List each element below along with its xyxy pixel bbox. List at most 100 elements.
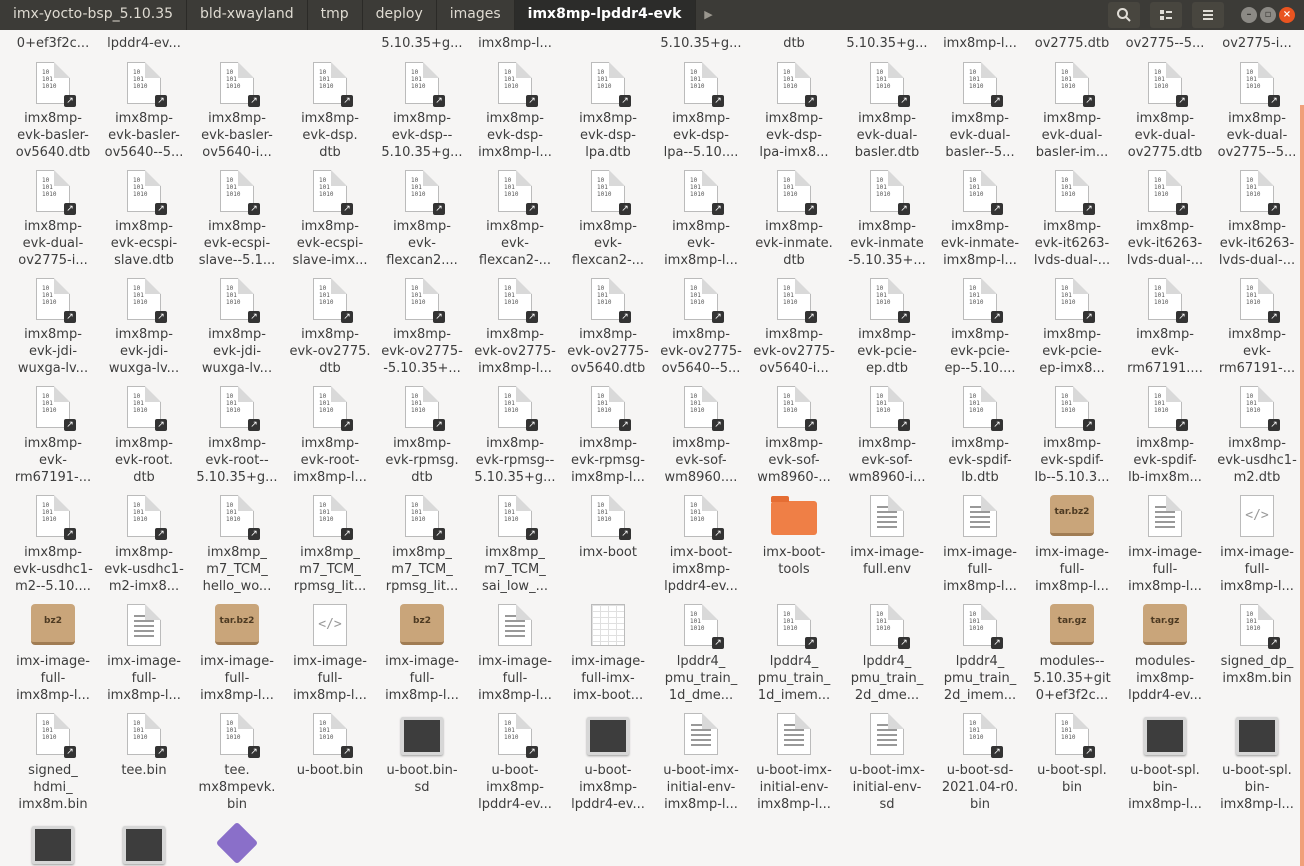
binary-file-icon: 10 101 1010 ↗ bbox=[36, 278, 76, 323]
file-name-label: imx8mp- evk-usdhc1- m2--5.10.... bbox=[13, 545, 93, 594]
file-name-label: imx8mp- evk-ecspi- slave.dtb bbox=[110, 219, 178, 268]
text-file-icon bbox=[870, 713, 904, 755]
view-toggle-button[interactable] bbox=[1150, 2, 1182, 28]
file-name-label: modules- imx8mp- lpddr4-ev... bbox=[1128, 654, 1202, 703]
file-name-label: imx8mp- evk- rm67191-... bbox=[1218, 327, 1296, 376]
symlink-arrow-icon: ↗ bbox=[526, 528, 538, 540]
file-name-label: 0+ef3f2c... bbox=[16, 36, 90, 51]
file-name-label: imx8mp- evk-dual- ov2775.dtb bbox=[1127, 111, 1203, 160]
binary-file-icon: 10 101 1010 ↗ bbox=[1148, 170, 1188, 215]
text-file-icon bbox=[127, 604, 161, 646]
binary-file-icon: 10 101 1010 ↗ bbox=[220, 170, 260, 215]
binary-file-icon: 10 101 1010 ↗ bbox=[591, 170, 631, 215]
symlink-arrow-icon: ↗ bbox=[1083, 419, 1095, 431]
file-name-label: imx8mp- evk- flexcan2.... bbox=[386, 219, 458, 268]
menu-button[interactable] bbox=[1192, 2, 1224, 28]
binary-file-icon: 10 101 1010 ↗ bbox=[498, 62, 538, 107]
breadcrumb: imx-yocto-bsp_5.10.35 bld-xwayland tmp d… bbox=[0, 0, 722, 30]
file-name-label: signed_dp_ imx8m.bin bbox=[1220, 654, 1294, 686]
archive-icon: tar.bz2 bbox=[1050, 495, 1094, 536]
binary-file-icon: 10 101 1010 ↗ bbox=[220, 62, 260, 107]
symlink-arrow-icon: ↗ bbox=[991, 203, 1003, 215]
symlink-arrow-icon: ↗ bbox=[341, 419, 353, 431]
breadcrumb-item[interactable]: tmp bbox=[308, 0, 363, 30]
package-icon bbox=[215, 821, 259, 865]
binary-file-icon: 10 101 1010 ↗ bbox=[963, 278, 1003, 323]
archive-icon: tar.gz bbox=[1143, 604, 1187, 645]
text-file-icon bbox=[870, 495, 904, 537]
symlink-arrow-icon: ↗ bbox=[805, 203, 817, 215]
symlink-arrow-icon: ↗ bbox=[433, 528, 445, 540]
binary-file-icon: 10 101 1010 ↗ bbox=[1148, 386, 1188, 431]
file-name-label: u-boot- imx8mp- lpddr4-ev... bbox=[571, 763, 645, 812]
file-name-label: imx8mp- evk-root. dtb bbox=[114, 436, 174, 485]
file-name-label: imx-image- full- imx8mp-l... bbox=[200, 654, 274, 703]
scrollbar[interactable] bbox=[1300, 105, 1304, 866]
binary-file-icon: 10 101 1010 ↗ bbox=[313, 495, 353, 540]
symlink-arrow-icon: ↗ bbox=[1176, 95, 1188, 107]
file-name-label: ov2775-i... bbox=[1222, 36, 1292, 51]
symlink-arrow-icon: ↗ bbox=[619, 203, 631, 215]
breadcrumb-item[interactable]: bld-xwayland bbox=[187, 0, 308, 30]
symlink-arrow-icon: ↗ bbox=[341, 95, 353, 107]
binary-file-icon: 10 101 1010 ↗ bbox=[220, 278, 260, 323]
search-button[interactable] bbox=[1108, 2, 1140, 28]
symlink-arrow-icon: ↗ bbox=[155, 203, 167, 215]
symlink-arrow-icon: ↗ bbox=[64, 419, 76, 431]
binary-file-icon: 10 101 1010 ↗ bbox=[498, 495, 538, 540]
file-name-label: imx8mp-l... bbox=[478, 36, 552, 51]
archive-badge: tar.bz2 bbox=[1054, 507, 1090, 517]
file-name-label: imx8mp- evk-basler- ov5640-i... bbox=[201, 111, 273, 160]
binary-file-icon: 10 101 1010 ↗ bbox=[405, 278, 445, 323]
maximize-icon[interactable]: ▫ bbox=[1260, 7, 1276, 23]
symlink-arrow-icon: ↗ bbox=[1268, 95, 1280, 107]
list-view-icon bbox=[1160, 10, 1172, 20]
binary-file-icon: 10 101 1010 ↗ bbox=[1055, 278, 1095, 323]
binary-file-icon: 10 101 1010 ↗ bbox=[36, 713, 76, 758]
close-icon[interactable]: × bbox=[1279, 7, 1295, 23]
binary-file-icon: 10 101 1010 ↗ bbox=[127, 386, 167, 431]
binary-file-icon: 10 101 1010 ↗ bbox=[591, 495, 631, 540]
binary-file-icon: 10 101 1010 ↗ bbox=[498, 713, 538, 758]
symlink-arrow-icon: ↗ bbox=[619, 95, 631, 107]
binary-file-icon: 10 101 1010 ↗ bbox=[1240, 386, 1280, 431]
file-name-label: imx8mp- evk-spdif- lb-imx8m... bbox=[1128, 436, 1202, 485]
file-name-label: imx-image- full- imx8mp-l... bbox=[385, 654, 459, 703]
binary-file-icon: 10 101 1010 ↗ bbox=[498, 386, 538, 431]
binary-file-icon: 10 101 1010 ↗ bbox=[684, 170, 724, 215]
chevron-right-icon[interactable]: ▶ bbox=[696, 0, 722, 30]
binary-file-icon: 10 101 1010 ↗ bbox=[36, 386, 76, 431]
breadcrumb-item[interactable]: images bbox=[437, 0, 515, 30]
binary-file-icon: 10 101 1010 ↗ bbox=[220, 386, 260, 431]
binary-file-icon: 10 101 1010 ↗ bbox=[313, 62, 353, 107]
file-name-label: imx-image- full- imx8mp-l... bbox=[943, 545, 1017, 594]
file-name-label: dtb bbox=[783, 36, 805, 51]
file-name-label: imx8mp- evk-root- imx8mp-l... bbox=[293, 436, 367, 485]
file-name-label: imx8mp- evk- rm67191-... bbox=[14, 436, 92, 485]
symlink-arrow-icon: ↗ bbox=[1176, 311, 1188, 323]
binary-file-icon: 10 101 1010 ↗ bbox=[313, 278, 353, 323]
symlink-arrow-icon: ↗ bbox=[341, 203, 353, 215]
text-file-icon bbox=[684, 713, 718, 755]
breadcrumb-item-current[interactable]: imx8mp-lpddr4-evk bbox=[514, 0, 696, 30]
breadcrumb-item[interactable]: imx-yocto-bsp_5.10.35 bbox=[0, 0, 188, 30]
file-name-label: imx-boot- imx8mp- lpddr4-ev... bbox=[664, 545, 738, 594]
symlink-arrow-icon: ↗ bbox=[64, 203, 76, 215]
file-name-label: imx8mp- evk-usdhc1- m2-imx8... bbox=[104, 545, 184, 594]
archive-icon: bz2 bbox=[31, 604, 75, 645]
file-name-label: imx8mp- evk-dual- ov2775--5... bbox=[1217, 111, 1297, 160]
file-name-label: ov2775--5... bbox=[1125, 36, 1205, 51]
file-name-label: imx8mp- evk- flexcan2-... bbox=[571, 219, 645, 268]
file-name-label: imx-image- full- imx8mp-l... bbox=[1128, 545, 1202, 594]
executable-icon bbox=[401, 717, 443, 755]
binary-file-icon: 10 101 1010 ↗ bbox=[777, 62, 817, 107]
binary-file-icon: 10 101 1010 ↗ bbox=[498, 170, 538, 215]
binary-file-icon: 10 101 1010 ↗ bbox=[591, 386, 631, 431]
symlink-arrow-icon: ↗ bbox=[526, 95, 538, 107]
breadcrumb-item[interactable]: deploy bbox=[363, 0, 437, 30]
binary-file-icon: 10 101 1010 ↗ bbox=[591, 62, 631, 107]
minimize-icon[interactable]: – bbox=[1241, 7, 1257, 23]
symlink-arrow-icon: ↗ bbox=[1268, 419, 1280, 431]
spreadsheet-icon bbox=[591, 604, 625, 646]
symlink-arrow-icon: ↗ bbox=[64, 95, 76, 107]
